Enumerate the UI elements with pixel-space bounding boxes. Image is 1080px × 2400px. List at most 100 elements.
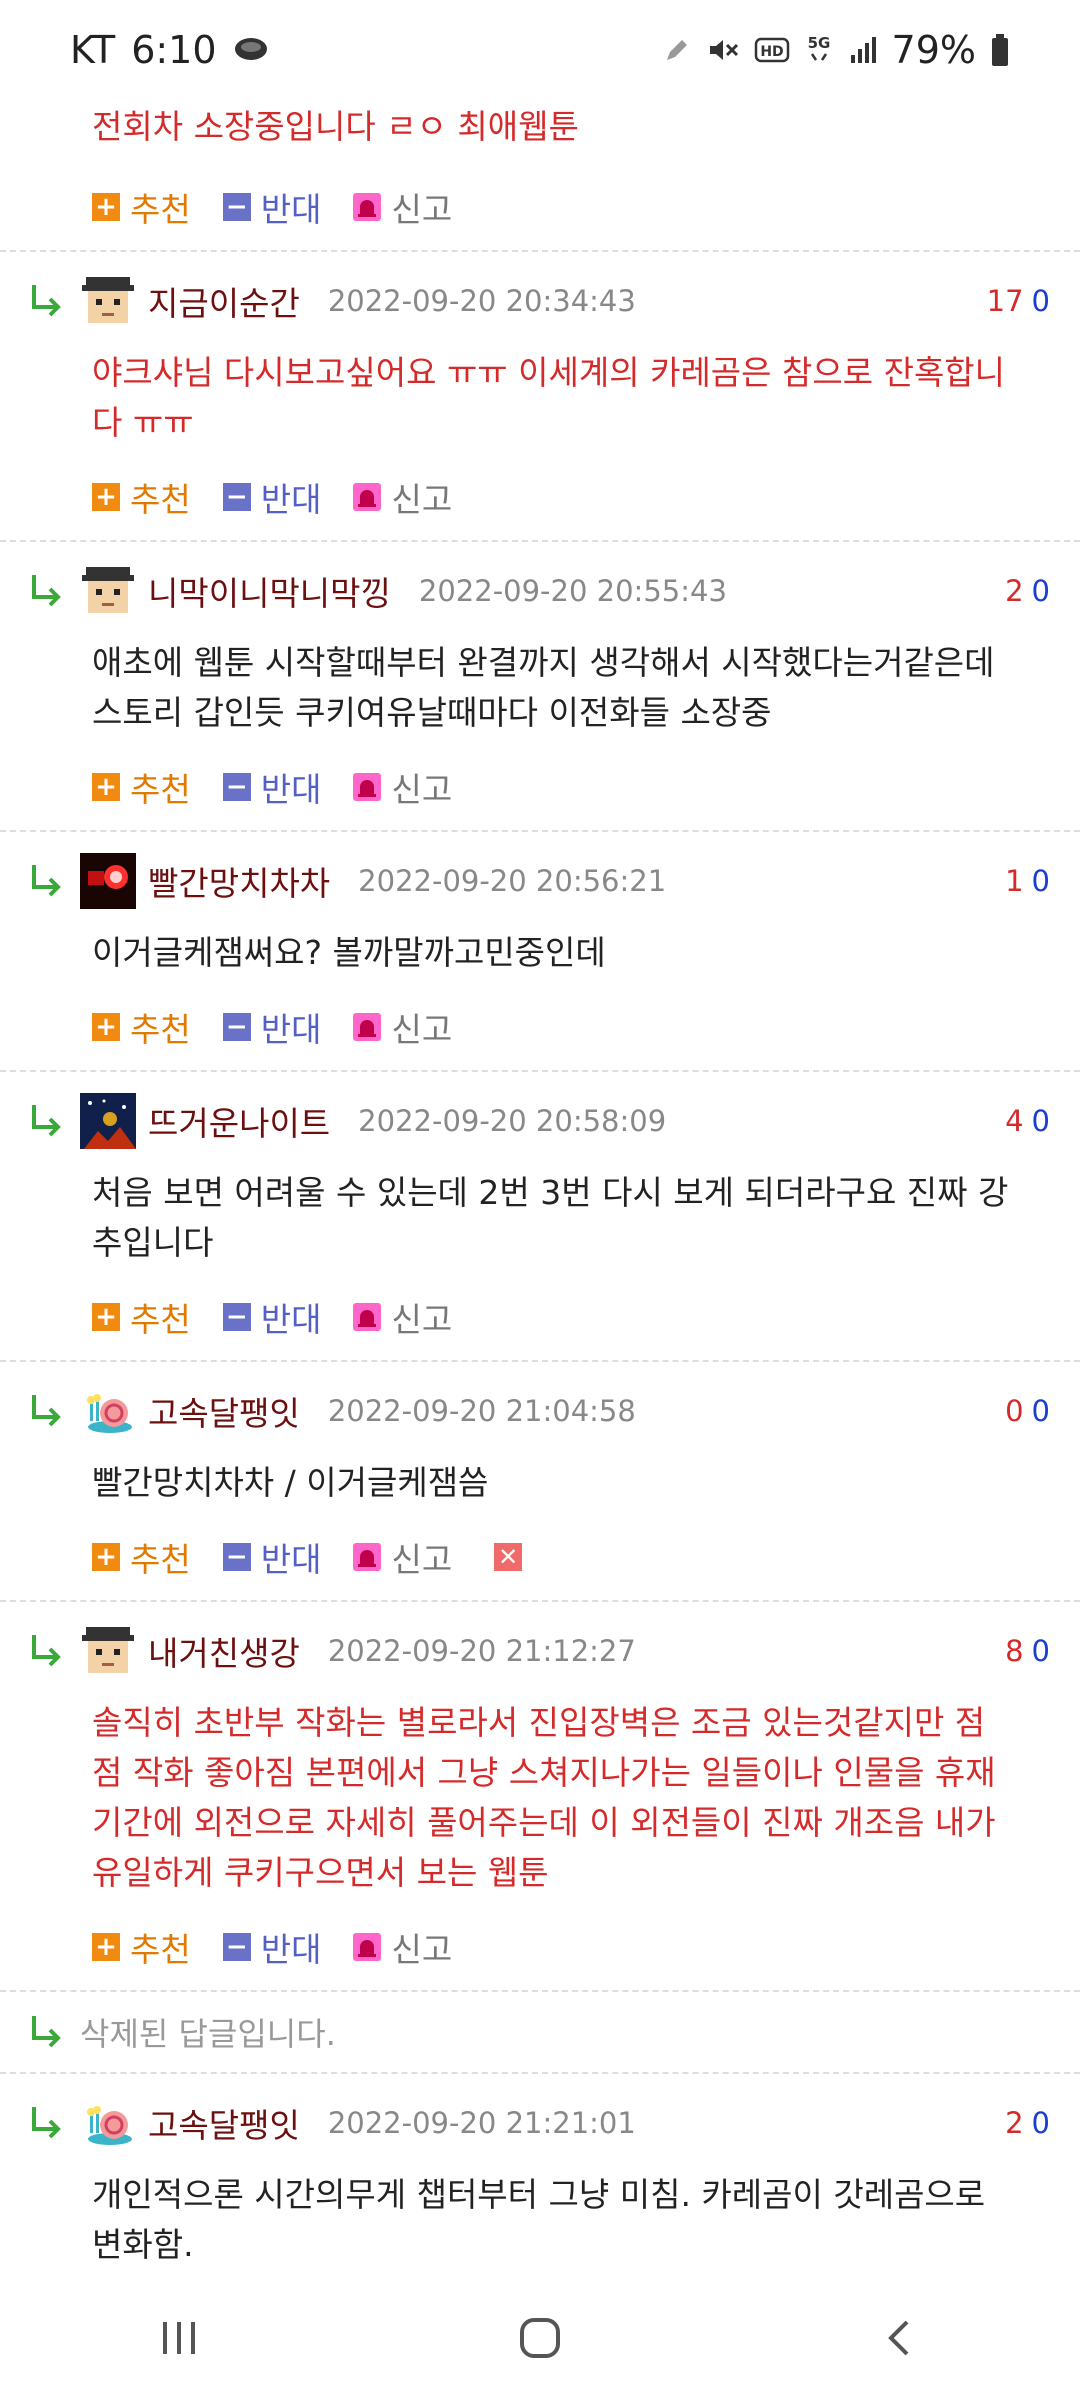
oppose-button[interactable]: − 반대 [222, 1533, 321, 1581]
vote-counts: 20 [1005, 574, 1050, 608]
downvote-count: 0 [1031, 284, 1050, 318]
report-button[interactable]: 신고 [353, 1293, 452, 1341]
upvote-count: 8 [1005, 1634, 1024, 1668]
siren-icon [353, 483, 382, 511]
home-icon[interactable] [516, 2314, 564, 2366]
nickname[interactable]: 내거친생강 [148, 1627, 300, 1675]
oppose-button[interactable]: − 반대 [222, 183, 321, 231]
recommend-button[interactable]: + 추천 [92, 1923, 191, 1971]
minus-icon: − [222, 1303, 251, 1331]
comment-text: 야크샤님 다시보고싶어요 ㅠㅠ 이세계의 카레곰은 참으로 잔혹합니다 ㅠㅠ [92, 353, 1006, 442]
nickname[interactable]: 빨간망치차차 [148, 857, 330, 905]
comment-header: 니막이니막니막낑 2022-09-20 20:55:43 2 0 [22, 558, 1050, 624]
clock: 6:10 [131, 28, 217, 72]
plus-icon: + [92, 1543, 120, 1571]
navigation-bar [0, 2280, 1080, 2400]
siren-icon [353, 773, 382, 801]
recommend-button[interactable]: + 추천 [92, 763, 191, 811]
vote-counts: 40 [1005, 1104, 1050, 1138]
hd-icon: HD [754, 36, 790, 64]
nickname[interactable]: 고속달팽잇 [148, 2099, 300, 2147]
report-button[interactable]: 신고 [353, 183, 452, 231]
timestamp: 2022-09-20 21:12:27 [327, 1634, 636, 1668]
recommend-button[interactable]: + 추천 [92, 183, 191, 231]
battery-percent: 79% [891, 28, 976, 72]
comment-actions: + 추천 − 반대 신고 [92, 172, 1080, 242]
plus-icon: + [92, 1303, 120, 1331]
pixel-face-avatar[interactable] [80, 1623, 136, 1679]
delete-icon[interactable]: ✕ [494, 1543, 523, 1571]
carrier-label: KT [70, 28, 116, 72]
comment-actions: + 추천 − 반대 신고 [92, 752, 1050, 822]
comment-text: 개인적으론 시간의무게 챕터부터 그냥 미침. 카레곰이 갓레곰으로 변화함. [92, 2175, 986, 2264]
reply-arrow-icon [22, 1627, 70, 1675]
report-button[interactable]: 신고 [353, 1533, 452, 1581]
oppose-button[interactable]: − 반대 [222, 1003, 321, 1051]
oppose-button[interactable]: − 반대 [222, 1923, 321, 1971]
reply-arrow-icon [22, 277, 70, 325]
reply-arrow-icon [22, 2099, 70, 2147]
comment-body: 빨간망치차차 / 이거글케잼씀 + 추천 − 반대 신고 ✕ [22, 1458, 1050, 1592]
recommend-button[interactable]: + 추천 [92, 1003, 191, 1051]
reply-comment: 지금이순간 2022-09-20 20:34:43 17 0 야크샤님 다시보고싶어요 … [0, 252, 1080, 540]
reply-comment: 빨간망치차차 2022-09-20 20:56:21 1 0 이거글케잼써요? 볼까말까… [0, 832, 1080, 1070]
reply-arrow-icon [22, 567, 70, 615]
back-icon[interactable] [879, 2316, 923, 2364]
comment-item: 전회차 소장중입니다 ㄹㅇ 최애웹툰 + 추천 − 반대 신고 [0, 100, 1080, 242]
recommend-button[interactable]: + 추천 [92, 1293, 191, 1341]
red-glow-avatar[interactable] [80, 853, 136, 909]
reply-comment: 니막이니막니막낑 2022-09-20 20:55:43 2 0 애초에 웹툰 시작할때… [0, 542, 1080, 830]
comment-list: 전회차 소장중입니다 ㄹㅇ 최애웹툰 + 추천 − 반대 신고 지금이순간 2022-… [0, 100, 1080, 2278]
nickname[interactable]: 뜨거운나이트 [148, 1097, 330, 1145]
nickname[interactable]: 고속달팽잇 [148, 1387, 300, 1435]
recommend-button[interactable]: + 추천 [92, 1533, 191, 1581]
pixel-face-avatar[interactable] [80, 563, 136, 619]
upvote-count: 2 [1005, 2106, 1024, 2140]
comment-actions: + 추천 − 반대 신고 [92, 992, 1050, 1062]
siren-icon [353, 193, 382, 221]
reply-comment: 내거친생강 2022-09-20 21:12:27 8 0 솔직히 초반부 작화는 별로… [0, 1602, 1080, 1990]
report-button[interactable]: 신고 [353, 1003, 452, 1051]
vote-counts: 20 [1005, 2106, 1050, 2140]
upvote-count: 2 [1005, 574, 1024, 608]
pencil-icon [662, 35, 692, 65]
nickname[interactable]: 지금이순간 [148, 277, 300, 325]
comment-actions: + 추천 − 반대 신고 [92, 462, 1050, 532]
nickname[interactable]: 니막이니막니막낑 [148, 567, 391, 615]
recommend-button[interactable]: + 추천 [92, 473, 191, 521]
plus-icon: + [92, 1013, 120, 1041]
upvote-count: 17 [986, 284, 1024, 318]
comment-text: 이거글케잼써요? 볼까말까고민중인데 [92, 933, 606, 972]
report-button[interactable]: 신고 [353, 1923, 452, 1971]
plus-icon: + [92, 773, 120, 801]
comment-header: 지금이순간 2022-09-20 20:34:43 17 0 [22, 268, 1050, 334]
minus-icon: − [222, 1933, 251, 1961]
svg-text:HD: HD [760, 44, 783, 60]
snail-avatar[interactable] [80, 1383, 136, 1439]
downvote-count: 0 [1031, 1634, 1050, 1668]
comment-text: 전회차 소장중입니다 ㄹㅇ 최애웹툰 [92, 107, 579, 146]
deleted-reply-text: 삭제된 답글입니다. [80, 2015, 336, 2053]
deleted-reply: 삭제된 답글입니다. [0, 1992, 1080, 2072]
recent-apps-icon[interactable] [157, 2316, 201, 2364]
comment-body: 야크샤님 다시보고싶어요 ㅠㅠ 이세계의 카레곰은 참으로 잔혹합니다 ㅠㅠ + 추… [22, 348, 1050, 532]
minus-icon: − [222, 193, 251, 221]
report-button[interactable]: 신고 [353, 473, 452, 521]
minus-icon: − [222, 1543, 251, 1571]
comment-actions: + 추천 − 반대 신고 ✕ [92, 1522, 1050, 1592]
svg-text:5G: 5G [807, 34, 830, 52]
comment-body: 솔직히 초반부 작화는 별로라서 진입장벽은 조금 있는것같지만 점점 작화 좋… [22, 1698, 1050, 1982]
oppose-button[interactable]: − 반대 [222, 473, 321, 521]
report-button[interactable]: 신고 [353, 763, 452, 811]
vote-counts: 17 0 [987, 284, 1050, 318]
minus-icon: − [222, 1013, 251, 1041]
night-sky-avatar[interactable] [80, 1093, 136, 1149]
comment-text: 처음 보면 어려울 수 있는데 2번 3번 다시 보게 되더라구요 진짜 강추입… [92, 1173, 1009, 1262]
snail-avatar[interactable] [80, 2095, 136, 2151]
plus-icon: + [92, 193, 120, 221]
oppose-button[interactable]: − 반대 [222, 1293, 321, 1341]
pixel-face-avatar[interactable] [80, 273, 136, 329]
reply-comment: 뜨거운나이트 2022-09-20 20:58:09 4 0 처음 보면 어려울 수 있… [0, 1072, 1080, 1360]
minus-icon: − [222, 483, 251, 511]
oppose-button[interactable]: − 반대 [222, 763, 321, 811]
